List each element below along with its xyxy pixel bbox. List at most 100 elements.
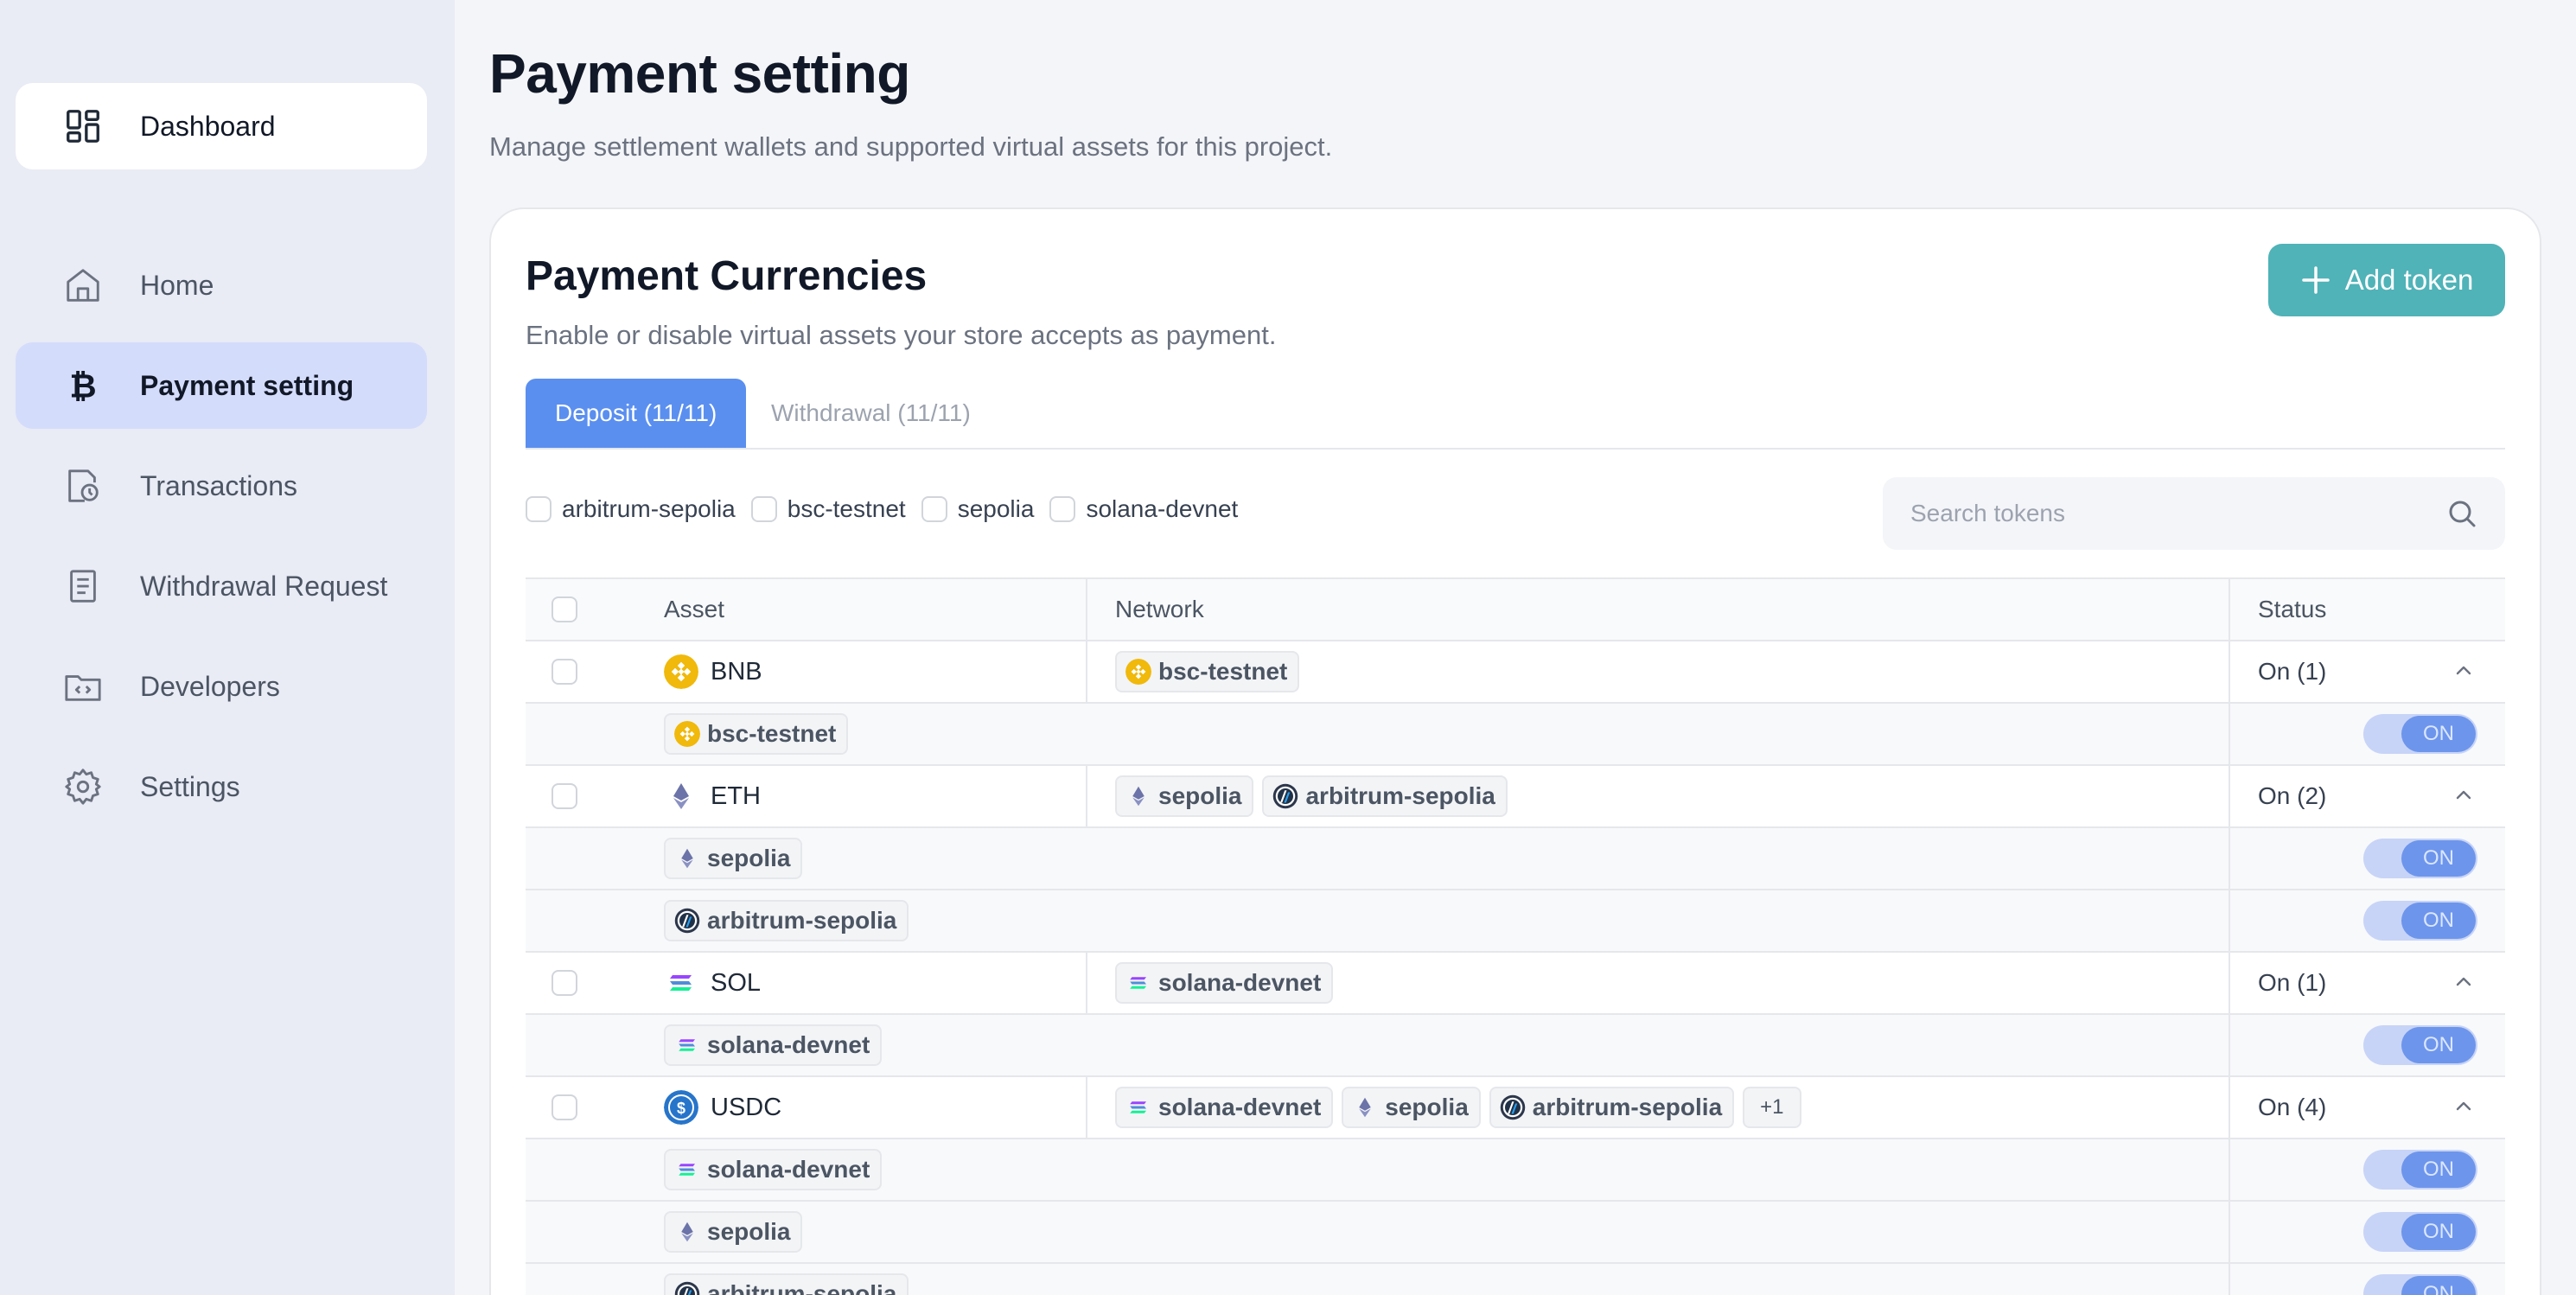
tokens-table: Asset Network Status BNB bsc-testnet On … — [526, 577, 2505, 1295]
asset-name: USDC — [711, 1093, 782, 1121]
row-checkbox[interactable] — [552, 659, 577, 685]
asset-name: ETH — [711, 781, 761, 810]
chevron-up-icon[interactable] — [2453, 660, 2474, 681]
filter-checkbox[interactable] — [921, 496, 947, 522]
sidebar-item-label: Transactions — [140, 469, 297, 501]
filter-checkbox[interactable] — [1049, 496, 1076, 522]
table-row[interactable]: BNB bsc-testnet On (1) — [526, 641, 2505, 704]
chip-label: sepolia — [707, 1218, 791, 1245]
sidebar-item-home[interactable]: Home — [16, 242, 427, 329]
table-subrow: arbitrum-sepolia ON — [526, 1264, 2505, 1295]
network-chip: solana-devnet — [1115, 962, 1334, 1004]
table-row[interactable]: ETH sepolia arbitrum-sepolia On (2) — [526, 766, 2505, 828]
filter-label: sepolia — [957, 495, 1035, 522]
usdc-icon — [664, 1090, 698, 1125]
status-text: On (4) — [2258, 1094, 2327, 1120]
filter-solana-devnet[interactable]: solana-devnet — [1049, 495, 1238, 523]
chip-label: sepolia — [1158, 782, 1242, 809]
filter-sepolia[interactable]: sepolia — [921, 495, 1035, 523]
network-filters: arbitrum-sepolia bsc-testnet sepolia sol… — [526, 494, 1253, 524]
chip-label: arbitrum-sepolia — [707, 907, 897, 934]
table-row[interactable]: SOL solana-devnet On (1) — [526, 953, 2505, 1015]
header-network: Network — [1086, 579, 1204, 640]
filter-checkbox[interactable] — [526, 496, 552, 522]
dashboard-icon — [62, 105, 104, 147]
chip-label: solana-devnet — [1158, 1094, 1322, 1120]
sidebar-item-label: Withdrawal Request — [140, 570, 388, 602]
filter-checkbox[interactable] — [750, 496, 777, 522]
card-subtitle: Enable or disable virtual assets your st… — [526, 320, 1277, 350]
network-toggle[interactable]: ON — [2363, 1212, 2477, 1252]
status-cell: On (1) — [2228, 641, 2505, 702]
sidebar-item-dashboard[interactable]: Dashboard — [16, 83, 427, 169]
network-toggle[interactable]: ON — [2363, 839, 2477, 878]
table-header-row: Asset Network Status — [526, 579, 2505, 641]
tab-deposit[interactable]: Deposit (11/11) — [526, 379, 747, 448]
select-all-checkbox[interactable] — [552, 596, 577, 622]
toggle-label: ON — [2401, 1276, 2476, 1295]
network-chip: bsc-testnet — [664, 713, 849, 755]
chevron-up-icon[interactable] — [2453, 1096, 2474, 1117]
more-networks-chip[interactable]: +1 — [1743, 1087, 1801, 1128]
asset-cell: ETH — [664, 766, 761, 826]
status-text: On (2) — [2258, 782, 2327, 809]
filter-label: bsc-testnet — [787, 495, 906, 522]
card-title: Payment Currencies — [526, 253, 928, 299]
sidebar-item-settings[interactable]: Settings — [16, 743, 427, 830]
arbitrum-icon — [674, 1281, 700, 1295]
network-toggle[interactable]: ON — [2363, 1274, 2477, 1295]
toggle-label: ON — [2401, 1151, 2476, 1188]
add-token-button[interactable]: Add token — [2268, 244, 2505, 316]
sidebar-item-payment-setting[interactable]: ₿ Payment setting — [16, 342, 427, 429]
sidebar-item-developers[interactable]: Developers — [16, 643, 427, 730]
toggle-label: ON — [2401, 1214, 2476, 1250]
filter-label: arbitrum-sepolia — [562, 495, 736, 522]
arbitrum-icon — [674, 908, 700, 934]
network-toggle[interactable]: ON — [2363, 1150, 2477, 1190]
asset-name: SOL — [711, 968, 762, 997]
eth-icon — [1352, 1094, 1378, 1120]
status-cell: On (1) — [2228, 953, 2505, 1013]
table-subrow: solana-devnet ON — [526, 1139, 2505, 1202]
network-cell: bsc-testnet — [1086, 641, 1300, 702]
chevron-up-icon[interactable] — [2453, 785, 2474, 806]
tab-bar: Deposit (11/11) Withdrawal (11/11) — [526, 379, 2505, 450]
sidebar-item-label: Dashboard — [140, 110, 276, 142]
chip-label: arbitrum-sepolia — [1532, 1094, 1723, 1120]
page-title: Payment setting — [489, 42, 910, 105]
sidebar-item-transactions[interactable]: Transactions — [16, 443, 427, 529]
filter-bsc-testnet[interactable]: bsc-testnet — [750, 495, 906, 523]
search-input[interactable] — [1910, 500, 2445, 527]
network-toggle[interactable]: ON — [2363, 714, 2477, 754]
chevron-up-icon[interactable] — [2453, 972, 2474, 992]
network-chip: bsc-testnet — [1115, 651, 1300, 692]
filter-arbitrum-sepolia[interactable]: arbitrum-sepolia — [526, 495, 736, 523]
eth-icon — [674, 1219, 700, 1245]
add-token-label: Add token — [2344, 264, 2474, 296]
home-icon — [62, 265, 104, 306]
status-cell: On (4) — [2228, 1077, 2505, 1138]
status-text: On (1) — [2258, 969, 2327, 996]
solana-icon — [1125, 1094, 1151, 1120]
tab-withdrawal[interactable]: Withdrawal (11/11) — [742, 379, 1000, 448]
network-chip: arbitrum-sepolia — [664, 1273, 909, 1295]
bnb-icon — [674, 721, 700, 747]
table-subrow: sepolia ON — [526, 828, 2505, 890]
network-chip: solana-devnet — [664, 1149, 883, 1190]
eth-icon — [674, 845, 700, 871]
table-row[interactable]: USDC solana-devnet sepolia arbitrum-sepo… — [526, 1077, 2505, 1139]
eth-icon — [664, 779, 698, 813]
chip-label: arbitrum-sepolia — [1305, 782, 1495, 809]
arbitrum-icon — [1272, 783, 1298, 809]
row-checkbox[interactable] — [552, 1094, 577, 1120]
network-toggle[interactable]: ON — [2363, 1025, 2477, 1065]
row-checkbox[interactable] — [552, 970, 577, 996]
svg-text:₿: ₿ — [69, 367, 96, 405]
row-checkbox[interactable] — [552, 783, 577, 809]
search-icon[interactable] — [2445, 496, 2479, 531]
solana-icon — [674, 1157, 700, 1183]
table-subrow: arbitrum-sepolia ON — [526, 890, 2505, 953]
toggle-label: ON — [2401, 716, 2476, 752]
network-toggle[interactable]: ON — [2363, 901, 2477, 941]
sidebar-item-withdrawal-request[interactable]: Withdrawal Request — [16, 543, 427, 629]
